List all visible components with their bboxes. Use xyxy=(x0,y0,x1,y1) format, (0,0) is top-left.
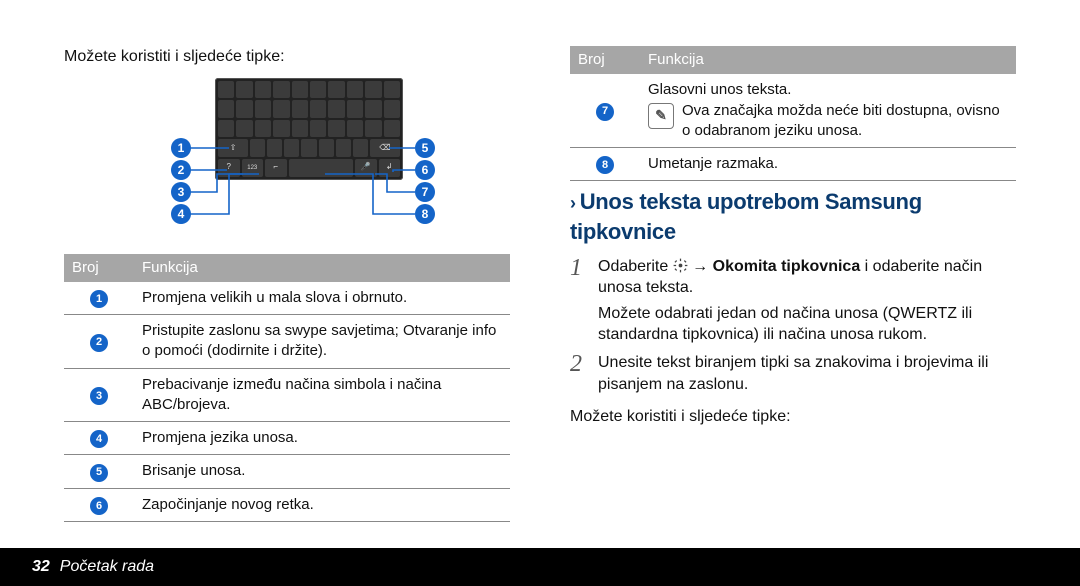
step1-bold: Okomita tipkovnica xyxy=(713,258,861,275)
step-2: 2 Unesite tekst biranjem tipki sa znakov… xyxy=(570,352,1016,395)
callout-6: 6 xyxy=(415,160,435,180)
table-row: 8 Umetanje razmaka. xyxy=(570,148,1016,181)
th-func: Funkcija xyxy=(640,46,1016,74)
right-function-table: Broj Funkcija 7 Glasovni unos teksta. ✎ … xyxy=(570,46,1016,181)
footer-section: Početak rada xyxy=(60,558,154,576)
table-row: 3 Prebacivanje između načina simbola i n… xyxy=(64,368,510,422)
th-num: Broj xyxy=(570,46,640,74)
step-number: 1 xyxy=(570,256,588,346)
row-badge: 3 xyxy=(90,387,108,405)
table-row: 7 Glasovni unos teksta. ✎ Ova značajka m… xyxy=(570,74,1016,147)
step1-para2: Možete odabrati jedan od načina unosa (Q… xyxy=(598,303,1016,346)
th-func: Funkcija xyxy=(134,254,510,282)
table-row: 5 Brisanje unosa. xyxy=(64,455,510,488)
row-badge: 5 xyxy=(90,464,108,482)
row-desc: Promjena jezika unosa. xyxy=(134,422,510,455)
page: Možete koristiti i sljedeće tipke: xyxy=(0,0,1080,586)
heading-text: Unos teksta upotrebom Samsung tipkovnice xyxy=(570,189,922,244)
row7-note: Ova značajka možda neće biti dostupna, o… xyxy=(682,101,1008,142)
row7-main: Glasovni unos teksta. xyxy=(648,80,1008,100)
left-intro: Možete koristiti i sljedeće tipke: xyxy=(64,46,510,68)
callout-7: 7 xyxy=(415,182,435,202)
page-number: 32 xyxy=(32,558,50,576)
row-badge: 1 xyxy=(90,290,108,308)
chevron-icon: › xyxy=(570,193,576,213)
row-desc: Glasovni unos teksta. ✎ Ova značajka mož… xyxy=(640,74,1016,147)
row-badge: 2 xyxy=(90,334,108,352)
step-number: 2 xyxy=(570,352,588,395)
row-desc: Pristupite zaslonu sa swype savjetima; O… xyxy=(134,315,510,369)
row-desc: Brisanje unosa. xyxy=(134,455,510,488)
left-function-table: Broj Funkcija 1 Promjena velikih u mala … xyxy=(64,254,510,522)
step1-arrow: → xyxy=(692,258,712,275)
row-desc: Započinjanje novog retka. xyxy=(134,488,510,521)
callout-8: 8 xyxy=(415,204,435,224)
callout-1: 1 xyxy=(171,138,191,158)
row-desc: Promjena velikih u mala slova i obrnuto. xyxy=(134,282,510,315)
keyboard-illustration: ⇧ ⌫ ? 123 ⌐ 🎤 ↲ xyxy=(157,78,417,238)
row-badge: 8 xyxy=(596,156,614,174)
table-row: 6 Započinjanje novog retka. xyxy=(64,488,510,521)
note-icon: ✎ xyxy=(648,103,674,129)
callout-2: 2 xyxy=(171,160,191,180)
step-1: 1 Odaberite xyxy=(570,256,1016,346)
gear-icon xyxy=(673,258,688,273)
callout-lines xyxy=(157,78,417,238)
callout-5: 5 xyxy=(415,138,435,158)
step1-pre: Odaberite xyxy=(598,258,673,275)
callout-3: 3 xyxy=(171,182,191,202)
table-row: 4 Promjena jezika unosa. xyxy=(64,422,510,455)
row-badge: 6 xyxy=(90,497,108,515)
callout-4: 4 xyxy=(171,204,191,224)
right-outro: Možete koristiti i sljedeće tipke: xyxy=(570,406,1016,428)
table-row: 2 Pristupite zaslonu sa swype savjetima;… xyxy=(64,315,510,369)
left-column: Možete koristiti i sljedeće tipke: xyxy=(64,46,510,586)
step2-body: Unesite tekst biranjem tipki sa znakovim… xyxy=(598,352,1016,395)
page-footer: 32 Početak rada xyxy=(0,548,1080,586)
th-num: Broj xyxy=(64,254,134,282)
row-desc: Prebacivanje između načina simbola i nač… xyxy=(134,368,510,422)
row-badge: 4 xyxy=(90,430,108,448)
table-row: 1 Promjena velikih u mala slova i obrnut… xyxy=(64,282,510,315)
right-column: Broj Funkcija 7 Glasovni unos teksta. ✎ … xyxy=(570,46,1016,586)
section-heading: ›Unos teksta upotrebom Samsung tipkovnic… xyxy=(570,187,1016,246)
row-desc: Umetanje razmaka. xyxy=(640,148,1016,181)
row-badge: 7 xyxy=(596,103,614,121)
